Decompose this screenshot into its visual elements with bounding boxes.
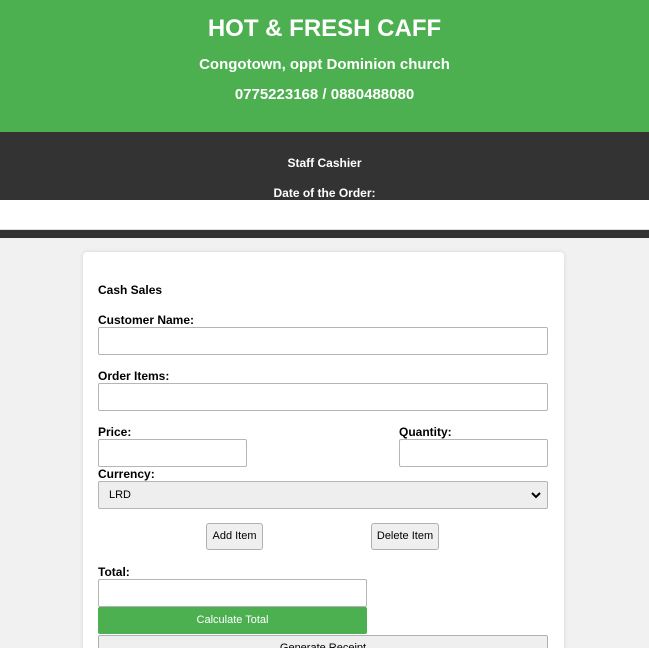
customer-name-label: Customer Name: [98, 313, 195, 327]
shop-address: Congotown, oppt Dominion church [199, 56, 450, 73]
currency-selected-value: LRD [109, 489, 132, 501]
shop-title: HOT & FRESH CAFF [207, 15, 442, 42]
generate-receipt-button[interactable]: Generate Receipt [98, 635, 548, 648]
chevron-down-icon [531, 482, 541, 508]
order-items-input[interactable] [98, 383, 548, 411]
shop-phone: 0775223168 / 0880488080 [234, 86, 415, 103]
price-input[interactable] [98, 439, 247, 467]
staff-label: Staff Cashier [287, 156, 362, 170]
order-date-label: Date of the Order: [273, 186, 376, 200]
order-date-input[interactable] [0, 200, 649, 230]
price-label: Price: [98, 425, 132, 439]
calculate-total-button[interactable]: Calculate Total [98, 607, 367, 634]
quantity-input[interactable] [399, 439, 548, 467]
order-info-bar: Staff Cashier Date of the Order: [0, 132, 649, 238]
total-label: Total: [98, 565, 130, 579]
header-banner: HOT & FRESH CAFF Congotown, oppt Dominio… [0, 0, 649, 132]
quantity-label: Quantity: [399, 425, 452, 439]
section-title: Cash Sales [98, 283, 163, 297]
currency-label: Currency: [98, 467, 155, 481]
delete-item-button[interactable]: Delete Item [371, 523, 439, 550]
total-input[interactable] [98, 579, 367, 607]
add-item-button[interactable]: Add Item [206, 523, 263, 550]
cash-sales-form: Cash Sales Customer Name: Order Items: P… [83, 252, 564, 648]
customer-name-input[interactable] [98, 327, 548, 355]
currency-select[interactable]: LRD [98, 481, 548, 509]
order-items-label: Order Items: [98, 369, 170, 383]
